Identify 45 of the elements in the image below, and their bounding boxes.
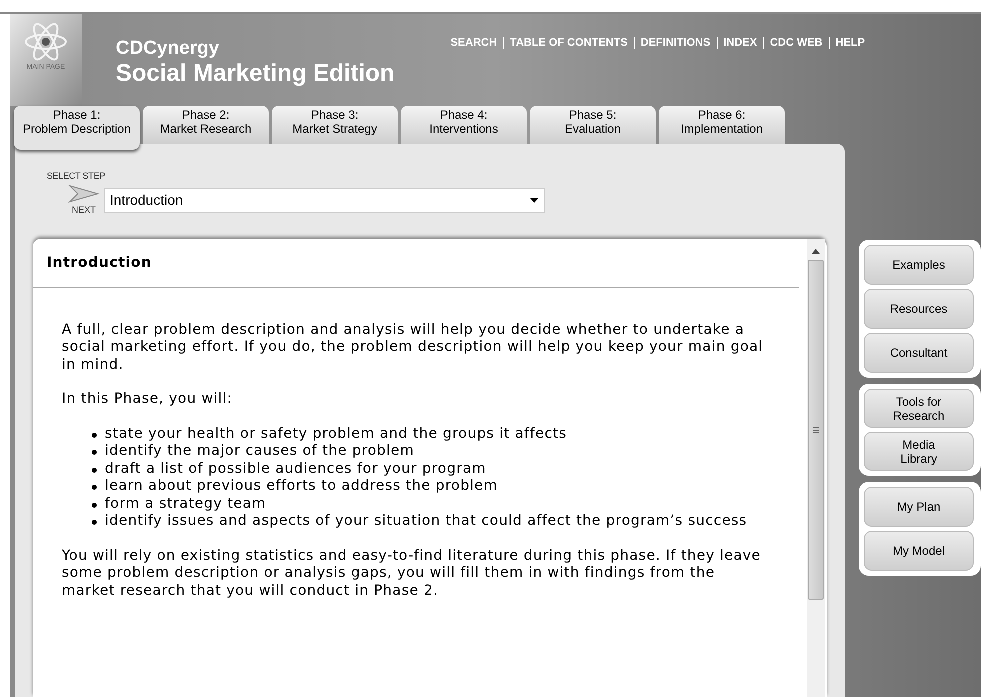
phase-tab[interactable]: Phase 3: Market Strategy [272,106,398,144]
list-item-text: learn about previous efforts to address the problem [105,478,498,496]
next-label[interactable]: NEXT [72,204,96,217]
phase-tab[interactable]: Phase 2: Market Research [143,106,269,144]
sidebar-button[interactable]: My Model [864,531,974,571]
phase-tab[interactable]: Phase 5: Evaluation [530,106,656,144]
sidebar-button[interactable]: Consultant [864,333,974,373]
sidebar-button[interactable]: Examples [864,245,974,285]
content-heading: Introduction [47,255,152,271]
content-paragraph: You will rely on existing statistics and easy-to-find literature during this phase. If they leave some problem description or analysis gaps, you will fill them in with findings from the market research that you will conduct in Phase 2. [62,548,762,600]
app-title: CDCynergy [116,38,220,60]
nav-link[interactable]: DEFINITIONS [640,35,711,52]
sidebar-button[interactable]: Media Library [864,432,974,471]
grip-icon [813,426,819,434]
scroll-thumb[interactable] [808,260,824,600]
bullet-icon [92,485,97,490]
scroll-up-icon[interactable] [812,249,820,254]
nav-link[interactable]: INDEX [724,35,758,52]
bullet-icon [92,520,97,525]
next-arrow-icon[interactable] [68,184,100,204]
app-subtitle: Social Marketing Edition [116,60,395,88]
dropdown-caret-icon[interactable] [530,198,539,202]
nav-link[interactable]: CDC WEB [770,35,823,52]
select-step-label: SELECT STEP [47,170,106,183]
content-paragraph: A full, clear problem description and analysis will help you decide whether to undertake a social marketing effort. If you do, the problem description will help you keep your main goal in mind. [62,322,764,374]
step-dropdown[interactable]: Introduction [104,188,545,212]
bullet-icon [92,450,97,455]
list-item-text: identify the major causes of the problem [105,443,414,460]
list-item-text: form a strategy team [105,496,266,513]
sidebar-button[interactable]: My Plan [864,487,974,527]
list-item-text: state your health or safety problem and the groups it affects [105,426,567,443]
atom-logo-icon[interactable] [23,22,69,62]
content-paragraph: In this Phase, you will: [62,391,234,408]
bullet-icon [92,468,97,472]
list-item-text: identify issues and aspects of your situation that could affect the program’s success [105,513,748,530]
sidebar-button[interactable]: Resources [864,289,974,329]
list-item-text: draft a list of possible audiences for your program [105,460,486,478]
phase-tab[interactable]: Phase 4: Interventions [401,106,527,144]
sidebar-button[interactable]: Tools for Research [864,389,974,428]
nav-link[interactable]: HELP [836,35,866,52]
phase-tab[interactable]: Phase 1: Problem Description [14,106,140,150]
phase-tab[interactable]: Phase 6: Implementation [659,106,785,144]
scrollbar[interactable] [807,239,825,697]
bullet-icon [92,432,97,438]
bullet-icon [92,502,97,508]
